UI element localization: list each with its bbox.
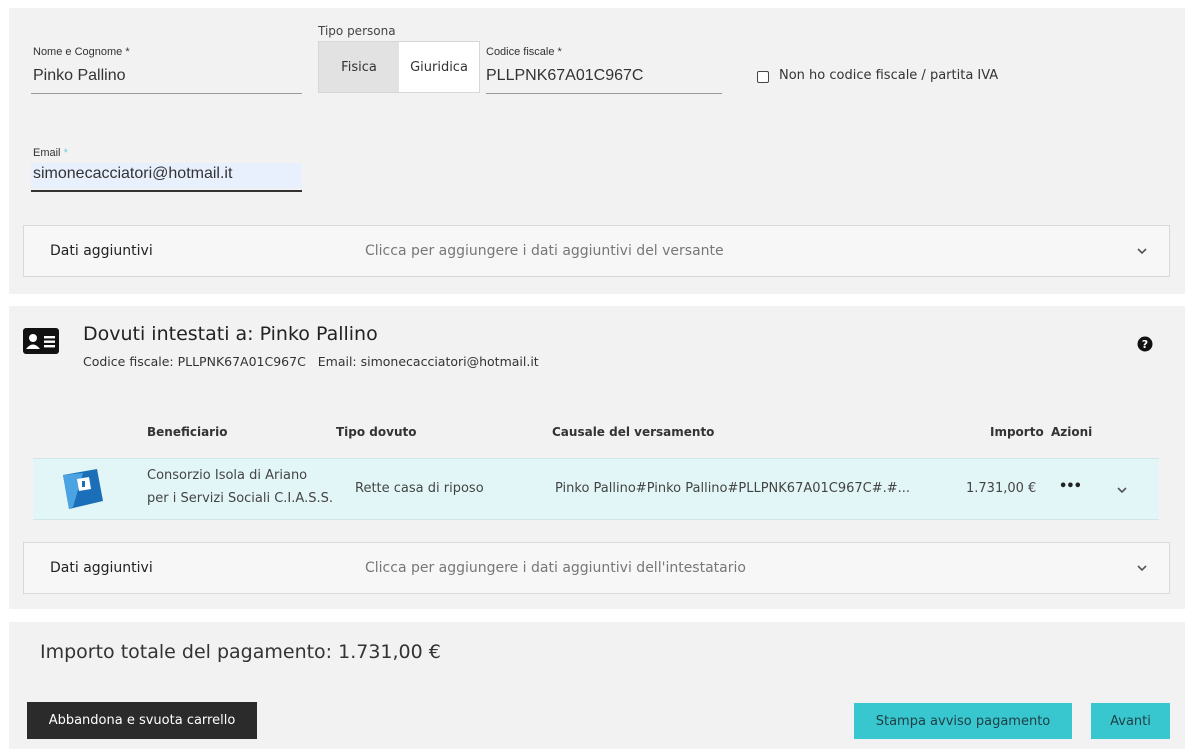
dovuti-codice-fiscale: Codice fiscale: PLLPNK67A01C967C bbox=[83, 354, 306, 369]
help-circle-icon[interactable]: ? bbox=[1137, 336, 1153, 352]
codice-fiscale-label-text: Codice fiscale bbox=[486, 46, 555, 58]
dati-aggiuntivi-title: Dati aggiuntivi bbox=[50, 560, 153, 576]
tipo-persona-toggle: Fisica Giuridica bbox=[318, 41, 480, 93]
importo-totale: Importo totale del pagamento: 1.731,00 € bbox=[40, 641, 441, 663]
tipo-persona-fisica[interactable]: Fisica bbox=[319, 42, 399, 92]
dati-aggiuntivi-hint: Clicca per aggiungere i dati aggiuntivi … bbox=[365, 560, 746, 576]
dovuti-panel: Dovuti intestati a: Pinko Pallino Codice… bbox=[9, 306, 1185, 609]
no-cf-checkbox[interactable] bbox=[757, 71, 769, 83]
email-input[interactable]: simonecacciatori@hotmail.it bbox=[33, 165, 232, 183]
dati-aggiuntivi-hint: Clicca per aggiungere i dati aggiuntivi … bbox=[365, 243, 724, 259]
nome-required-mark: * bbox=[125, 46, 130, 58]
codice-fiscale-required-mark: * bbox=[557, 46, 562, 58]
col-tipo-dovuto: Tipo dovuto bbox=[336, 425, 417, 439]
chevron-down-icon[interactable] bbox=[1115, 483, 1129, 497]
row-beneficiario-line2: per i Servizi Sociali C.I.A.S.S. bbox=[147, 491, 333, 506]
dovuti-email: Email: simonecacciatori@hotmail.it bbox=[317, 354, 539, 369]
nome-label: Nome e Cognome * bbox=[33, 46, 130, 58]
row-beneficiario-line1: Consorzio Isola di Ariano bbox=[147, 468, 308, 483]
codice-fiscale-label: Codice fiscale * bbox=[486, 46, 562, 58]
versante-panel: Nome e Cognome * Pinko Pallino Tipo pers… bbox=[9, 8, 1185, 294]
dovuti-title: Dovuti intestati a: Pinko Pallino bbox=[83, 323, 378, 345]
email-label-text: Email bbox=[33, 147, 61, 159]
dati-aggiuntivi-versante[interactable]: Dati aggiuntivi Clicca per aggiungere i … bbox=[23, 225, 1170, 277]
table-row[interactable]: Consorzio Isola di Ariano per i Servizi … bbox=[33, 458, 1159, 520]
no-cf-label: Non ho codice fiscale / partita IVA bbox=[779, 68, 999, 83]
row-tipo-dovuto: Rette casa di riposo bbox=[355, 481, 484, 496]
email-required-mark: * bbox=[63, 147, 68, 159]
stampa-avviso-button[interactable]: Stampa avviso pagamento bbox=[854, 703, 1072, 739]
row-azioni-menu[interactable]: ••• bbox=[1059, 479, 1082, 494]
col-importo: Importo bbox=[990, 425, 1044, 439]
codice-fiscale-input[interactable]: PLLPNK67A01C967C bbox=[486, 67, 643, 85]
dati-aggiuntivi-title: Dati aggiuntivi bbox=[50, 243, 153, 259]
tipo-persona-label: Tipo persona bbox=[318, 24, 396, 38]
tipo-persona-giuridica[interactable]: Giuridica bbox=[399, 42, 479, 92]
abbandona-button[interactable]: Abbandona e svuota carrello bbox=[27, 702, 257, 739]
row-importo: 1.731,00 € bbox=[966, 481, 1037, 496]
id-card-icon bbox=[23, 328, 59, 354]
nome-underline bbox=[31, 93, 302, 94]
codice-fiscale-underline bbox=[486, 93, 722, 94]
col-azioni: Azioni bbox=[1051, 425, 1093, 439]
chevron-down-icon[interactable] bbox=[1135, 561, 1149, 575]
dovuti-subtitle: Codice fiscale: PLLPNK67A01C967C Email: … bbox=[83, 354, 539, 369]
dati-aggiuntivi-intestatario[interactable]: Dati aggiuntivi Clicca per aggiungere i … bbox=[23, 542, 1170, 594]
svg-text:?: ? bbox=[1142, 338, 1148, 351]
totale-panel: Importo totale del pagamento: 1.731,00 €… bbox=[9, 622, 1185, 749]
row-causale: Pinko Pallino#Pinko Pallino#PLLPNK67A01C… bbox=[555, 481, 911, 496]
avanti-button[interactable]: Avanti bbox=[1091, 703, 1170, 739]
nome-input[interactable]: Pinko Pallino bbox=[33, 67, 126, 85]
nome-label-text: Nome e Cognome bbox=[33, 46, 123, 58]
col-causale: Causale del versamento bbox=[552, 425, 715, 439]
email-underline bbox=[31, 190, 302, 192]
col-beneficiario: Beneficiario bbox=[147, 425, 228, 439]
beneficiary-logo bbox=[63, 469, 103, 509]
chevron-down-icon[interactable] bbox=[1135, 244, 1149, 258]
email-label: Email * bbox=[33, 147, 68, 159]
